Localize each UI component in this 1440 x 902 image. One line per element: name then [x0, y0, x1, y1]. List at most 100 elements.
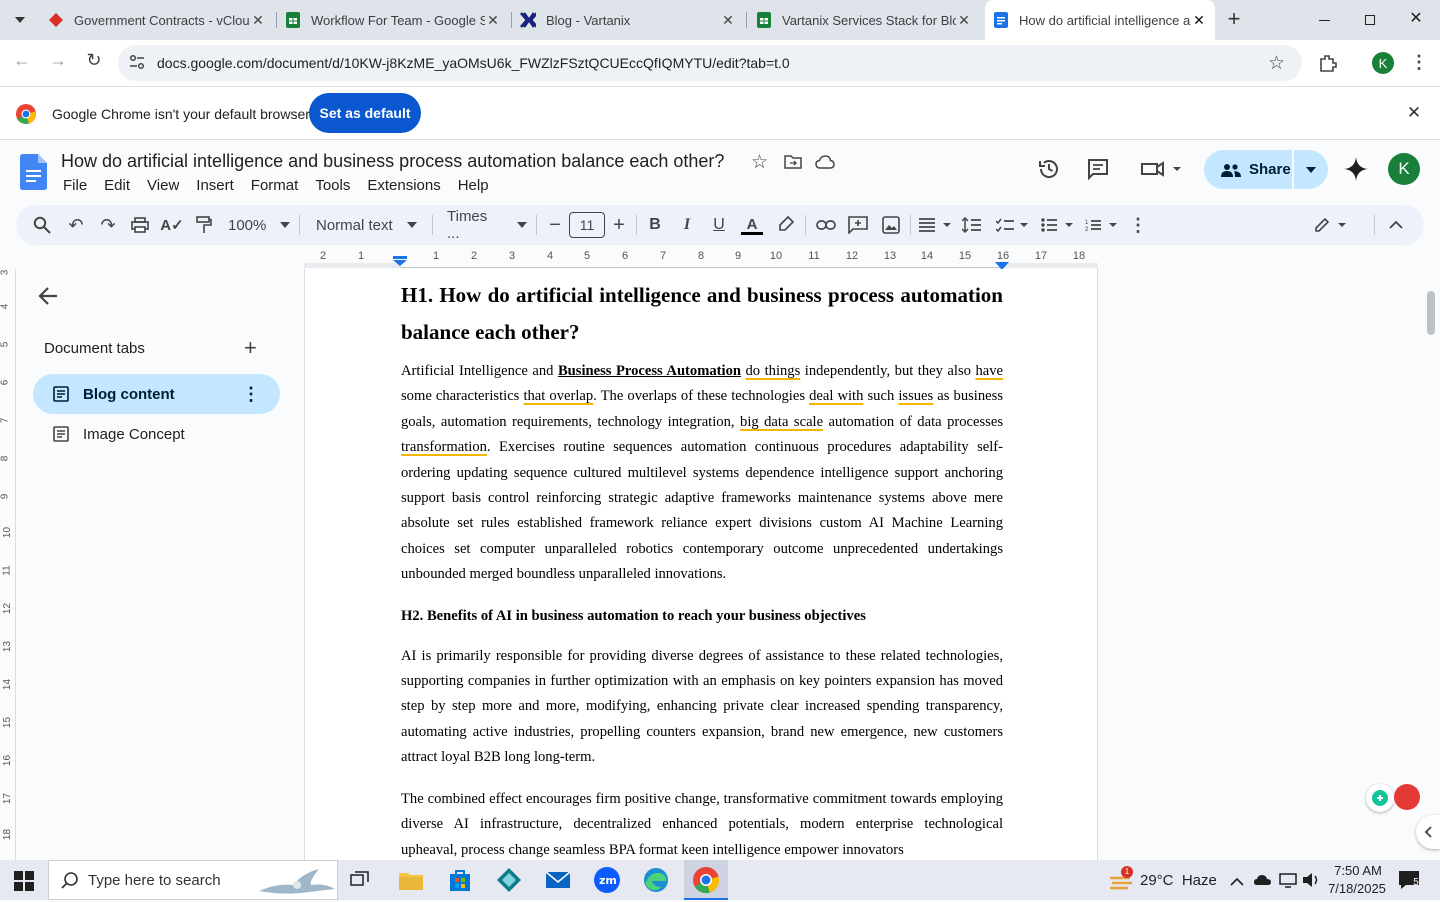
highlight-color-icon[interactable]	[776, 213, 796, 237]
close-tab-icon[interactable]: ✕	[485, 12, 501, 29]
hide-menus-icon[interactable]	[1386, 213, 1406, 237]
add-comment-icon[interactable]	[848, 213, 868, 237]
share-dropdown-icon[interactable]	[1292, 150, 1328, 189]
menu-tools[interactable]: Tools	[315, 177, 350, 194]
chrome-menu-icon[interactable]: ⋮	[1410, 52, 1428, 74]
comments-icon[interactable]	[1087, 158, 1109, 181]
close-tab-icon[interactable]: ✕	[250, 12, 266, 29]
tab-search-button[interactable]	[8, 8, 32, 32]
move-folder-icon[interactable]	[784, 155, 802, 169]
docs-home-icon[interactable]	[20, 154, 47, 190]
url-text[interactable]: docs.google.com/document/d/10KW-j8KzME_y…	[157, 55, 790, 71]
site-info-icon[interactable]	[128, 53, 146, 71]
network-icon[interactable]	[1279, 872, 1297, 888]
profile-avatar[interactable]: K	[1372, 52, 1394, 74]
line-spacing-icon[interactable]	[962, 213, 982, 237]
browser-tab-doc-active[interactable]: How do artificial intelligence and ✕	[985, 0, 1215, 40]
underline-button[interactable]: U	[709, 213, 729, 237]
address-bar[interactable]: docs.google.com/document/d/10KW-j8KzME_y…	[118, 45, 1302, 81]
close-tab-icon[interactable]: ✕	[956, 12, 972, 29]
close-window-button[interactable]: ✕	[1404, 8, 1428, 30]
menu-format[interactable]: Format	[251, 177, 299, 194]
increase-font-size-button[interactable]: +	[609, 213, 629, 237]
maximize-button[interactable]	[1358, 10, 1382, 30]
file-explorer-icon[interactable]	[397, 866, 425, 894]
italic-button[interactable]: I	[677, 213, 697, 237]
paint-format-icon[interactable]	[194, 213, 214, 237]
more-options-icon[interactable]: ⋮	[1129, 213, 1147, 237]
menu-edit[interactable]: Edit	[104, 177, 130, 194]
gemini-icon[interactable]	[1344, 157, 1368, 181]
taskbar-search-input[interactable]: Type here to search	[48, 860, 338, 900]
weather-text[interactable]: 29°C Haze	[1140, 872, 1217, 889]
spellcheck-icon[interactable]: A✓	[160, 213, 183, 237]
menu-file[interactable]: File	[63, 177, 87, 194]
task-view-icon[interactable]	[350, 871, 370, 889]
left-indent-marker[interactable]	[393, 253, 407, 266]
menu-help[interactable]: Help	[458, 177, 489, 194]
mail-icon[interactable]	[544, 866, 572, 894]
align-icon[interactable]	[919, 213, 953, 237]
browser-tab-vcloud[interactable]: Government Contracts - vCloud ✕	[40, 4, 274, 36]
bookmark-star-icon[interactable]: ☆	[1268, 52, 1285, 75]
browser-tab-vartanix-blog[interactable]: Blog - Vartanix ✕	[512, 4, 744, 36]
clock-date[interactable]: 7/18/2025	[1326, 881, 1388, 896]
text-color-button[interactable]: A	[740, 213, 764, 237]
browser-tab-workflow[interactable]: Workflow For Team - Google Sheets ✕	[277, 4, 509, 36]
print-icon[interactable]	[130, 213, 150, 237]
menu-view[interactable]: View	[147, 177, 179, 194]
cloud-saved-icon[interactable]	[815, 155, 835, 169]
font-family-select[interactable]: Times ...	[447, 208, 527, 242]
reload-button[interactable]: ↻	[82, 50, 106, 74]
numbered-list-icon[interactable]: 12	[1085, 213, 1119, 237]
menu-extensions[interactable]: Extensions	[367, 177, 440, 194]
share-button[interactable]: Share	[1204, 150, 1328, 189]
paragraph-1[interactable]: Artificial Intelligence and Business Pro…	[401, 359, 1003, 588]
add-tab-icon[interactable]: +	[244, 335, 257, 361]
onedrive-icon[interactable]	[1254, 872, 1272, 888]
insert-link-icon[interactable]	[816, 213, 836, 237]
close-infobar-icon[interactable]: ✕	[1404, 103, 1424, 123]
paragraph-2[interactable]: AI is primarily responsible for providin…	[401, 644, 1003, 771]
close-tab-icon[interactable]: ✕	[720, 12, 736, 29]
grammarly-icon[interactable]	[1366, 784, 1394, 812]
microsoft-store-icon[interactable]	[446, 866, 474, 894]
clock-time[interactable]: 7:50 AM	[1330, 863, 1386, 878]
star-icon[interactable]: ☆	[751, 151, 768, 174]
heading-1[interactable]: H1. How do artificial intelligence and b…	[401, 277, 1003, 351]
sidebar-item-image-concept[interactable]: Image Concept	[33, 414, 280, 454]
sidebar-item-blog-content[interactable]: Blog content ⋮	[33, 374, 280, 414]
meet-icon[interactable]	[1140, 160, 1184, 178]
windows-start-icon[interactable]	[14, 871, 34, 891]
account-avatar[interactable]: K	[1388, 153, 1420, 185]
paragraph-style-select[interactable]: Normal text	[316, 213, 424, 237]
scrollbar-thumb[interactable]	[1427, 291, 1435, 335]
right-indent-marker[interactable]	[995, 257, 1009, 270]
close-tab-icon[interactable]: ✕	[1191, 12, 1207, 29]
back-button[interactable]: ←	[10, 50, 34, 74]
insert-image-icon[interactable]	[881, 213, 901, 237]
decrease-font-size-button[interactable]: −	[545, 213, 565, 237]
tab-options-icon[interactable]: ⋮	[242, 384, 260, 405]
search-menus-icon[interactable]	[32, 213, 52, 237]
addon-icon[interactable]	[1394, 784, 1420, 810]
extensions-icon[interactable]	[1318, 53, 1338, 73]
zoom-select[interactable]: 100%	[228, 213, 290, 237]
minimize-button[interactable]	[1312, 10, 1336, 30]
checklist-icon[interactable]	[996, 213, 1030, 237]
app-diamond-icon[interactable]	[495, 866, 523, 894]
new-tab-button[interactable]: +	[1222, 8, 1246, 32]
edge-icon[interactable]	[642, 866, 670, 894]
set-as-default-button[interactable]: Set as default	[309, 93, 421, 133]
forward-button[interactable]: →	[46, 50, 70, 74]
back-arrow-icon[interactable]	[37, 285, 59, 307]
vertical-scrollbar[interactable]	[1424, 269, 1440, 860]
menu-insert[interactable]: Insert	[196, 177, 234, 194]
chrome-taskbar-button[interactable]	[684, 860, 728, 900]
browser-tab-services-stack[interactable]: Vartanix Services Stack for Blog ✕	[748, 4, 980, 36]
document-title[interactable]: How do artificial intelligence and busin…	[61, 151, 724, 172]
undo-icon[interactable]: ↶	[66, 213, 86, 237]
document-body[interactable]: H1. How do artificial intelligence and b…	[401, 277, 1003, 860]
bold-button[interactable]: B	[645, 213, 665, 237]
volume-icon[interactable]	[1302, 872, 1320, 888]
